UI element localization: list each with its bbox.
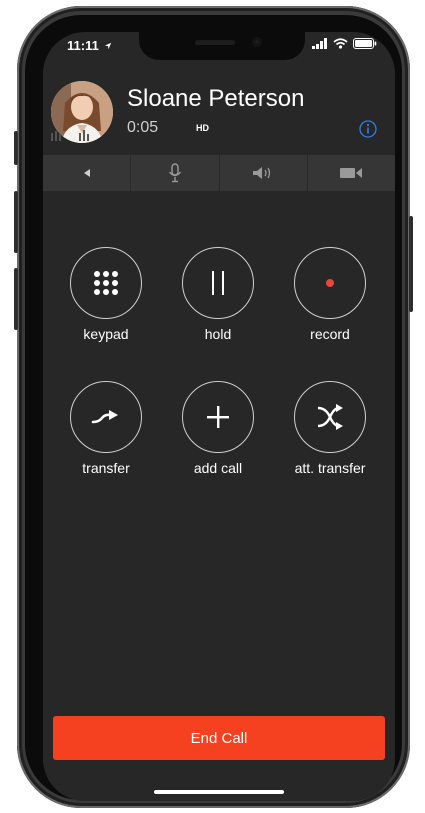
speaker-button[interactable] xyxy=(220,155,308,191)
microphone-icon xyxy=(168,163,181,183)
record-button[interactable] xyxy=(294,247,366,319)
pause-icon xyxy=(212,271,224,295)
hold-action[interactable]: hold xyxy=(173,247,263,342)
call-duration: 0:05 xyxy=(127,119,159,136)
video-button[interactable] xyxy=(308,155,395,191)
audio-level-icon xyxy=(51,130,89,141)
speaker-icon xyxy=(253,167,271,179)
caller-name: Sloane Peterson xyxy=(127,85,305,112)
record-icon xyxy=(326,279,334,287)
battery-icon xyxy=(353,38,377,49)
transfer-button[interactable] xyxy=(70,381,142,453)
info-icon[interactable] xyxy=(359,120,377,138)
phone-screen: 11:11 Sloane Peterson 0:05 HD keypad hol… xyxy=(43,32,395,801)
status-time: 11:11 xyxy=(67,38,112,53)
side-button xyxy=(14,131,18,165)
mute-button[interactable] xyxy=(131,155,220,191)
power-button xyxy=(409,216,413,312)
transfer-action[interactable]: transfer xyxy=(61,381,151,476)
keypad-action[interactable]: keypad xyxy=(61,247,151,342)
attended-transfer-icon xyxy=(317,404,343,430)
add-call-action[interactable]: add call xyxy=(173,381,263,476)
add-call-label: add call xyxy=(193,460,243,476)
volume-down-button xyxy=(14,268,18,330)
att-transfer-button[interactable] xyxy=(294,381,366,453)
location-arrow-icon xyxy=(105,42,112,50)
att-transfer-label: att. transfer xyxy=(294,460,366,476)
transfer-label: transfer xyxy=(82,460,130,476)
back-button[interactable] xyxy=(43,155,132,191)
signal-icon xyxy=(312,38,327,49)
plus-icon xyxy=(207,406,229,428)
earpiece-speaker xyxy=(195,40,235,45)
call-toolbar xyxy=(43,155,395,191)
caller-header: Sloane Peterson 0:05 HD xyxy=(43,72,395,152)
front-camera xyxy=(252,37,262,47)
keypad-icon xyxy=(94,271,118,295)
add-call-button[interactable] xyxy=(182,381,254,453)
keypad-button[interactable] xyxy=(70,247,142,319)
video-camera-icon xyxy=(340,168,363,178)
notch xyxy=(139,32,305,60)
hold-label: hold xyxy=(204,326,232,342)
home-indicator[interactable] xyxy=(154,790,284,794)
hold-button[interactable] xyxy=(182,247,254,319)
att-transfer-action[interactable]: att. transfer xyxy=(285,381,375,476)
status-icons xyxy=(312,38,377,49)
volume-up-button xyxy=(14,191,18,253)
record-action[interactable]: record xyxy=(285,247,375,342)
back-arrow-icon xyxy=(83,169,90,177)
transfer-icon xyxy=(91,410,118,424)
record-label: record xyxy=(310,326,350,342)
keypad-label: keypad xyxy=(83,326,129,342)
wifi-icon xyxy=(333,38,348,49)
status-time-text: 11:11 xyxy=(67,38,99,53)
hd-badge: HD xyxy=(196,123,209,133)
end-call-button[interactable]: End Call xyxy=(53,716,385,760)
